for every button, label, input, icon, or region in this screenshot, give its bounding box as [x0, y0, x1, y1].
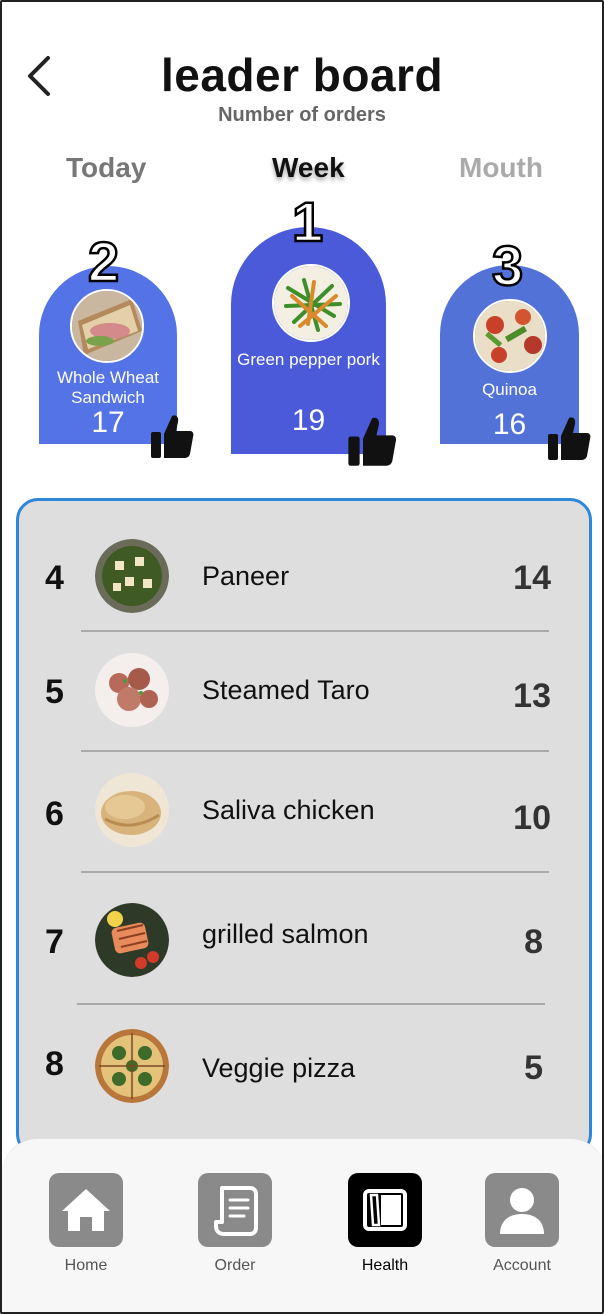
podium-rank-1: 1	[291, 190, 325, 253]
list-count: 13	[513, 677, 551, 715]
podium-name-1: Green pepper pork	[237, 350, 380, 369]
page-subtitle: Number of orders	[218, 104, 386, 126]
divider	[81, 871, 549, 873]
grilled-salmon-image	[95, 903, 169, 977]
veggie-pizza-image	[95, 1029, 169, 1103]
list-name: Steamed Taro	[202, 675, 370, 705]
steamed-taro-image	[95, 653, 169, 727]
book-icon	[348, 1173, 422, 1247]
nav-order[interactable]: Order	[185, 1173, 285, 1275]
user-icon	[485, 1173, 559, 1247]
nav-health[interactable]: Health	[335, 1173, 435, 1275]
green-pepper-pork-image	[272, 264, 350, 342]
nav-home[interactable]: Home	[36, 1173, 136, 1275]
list-rank: 4	[45, 559, 64, 597]
saliva-chicken-image	[95, 773, 169, 847]
list-rank: 7	[45, 923, 64, 961]
tab-today[interactable]: Today	[66, 152, 146, 184]
list-item[interactable]: 5 Steamed Taro 13	[19, 637, 589, 747]
nav-account-label: Account	[493, 1257, 551, 1274]
list-rank: 8	[45, 1045, 64, 1083]
podium-rank-2: 2	[87, 230, 121, 293]
podium-name-3: Quinoa	[482, 380, 537, 399]
thumbs-up-icon[interactable]	[547, 414, 591, 462]
list-item[interactable]: 6 Saliva chicken 10	[19, 759, 589, 869]
ranking-list[interactable]: 4 Paneer 14 5 Steamed Taro 13 6 Saliva c…	[16, 498, 592, 1156]
leaderboard-screen: leader board Number of orders Today Week…	[0, 0, 604, 1314]
list-item[interactable]: 7 grilled salmon 8	[19, 887, 589, 997]
thumbs-up-icon[interactable]	[347, 414, 397, 468]
nav-order-label: Order	[214, 1257, 256, 1274]
list-count: 5	[524, 1049, 543, 1087]
list-rank: 5	[45, 673, 64, 711]
podium-name-2: Whole Wheat Sandwich	[56, 368, 160, 407]
list-item[interactable]: 8 Veggie pizza 5	[19, 1013, 589, 1123]
divider	[81, 750, 549, 752]
tab-month[interactable]: Mouth	[459, 152, 543, 184]
podium-rank-3: 3	[491, 234, 525, 297]
list-count: 14	[513, 559, 551, 597]
list-count: 10	[513, 799, 551, 837]
quinoa-image	[473, 299, 547, 373]
list-name: Paneer	[202, 561, 290, 591]
nav-health-label: Health	[361, 1257, 409, 1274]
nav-account[interactable]: Account	[472, 1173, 572, 1275]
list-item[interactable]: 4 Paneer 14	[19, 523, 589, 633]
thumbs-up-icon[interactable]	[150, 412, 194, 460]
divider	[81, 630, 549, 632]
scroll-icon	[198, 1173, 272, 1247]
tab-week[interactable]: Week	[272, 152, 345, 184]
list-rank: 6	[45, 795, 64, 833]
bottom-nav: Home Order Health Account	[2, 1138, 602, 1312]
divider	[77, 1003, 545, 1005]
home-icon	[49, 1173, 123, 1247]
page-title: leader board	[160, 49, 444, 101]
paneer-image	[95, 539, 169, 613]
list-name: grilled salmon	[202, 919, 369, 949]
nav-home-label: Home	[64, 1257, 108, 1274]
list-name: Veggie pizza	[202, 1053, 356, 1083]
list-name: Saliva chicken	[202, 795, 375, 825]
sandwich-image	[70, 289, 144, 363]
list-count: 8	[524, 923, 543, 961]
